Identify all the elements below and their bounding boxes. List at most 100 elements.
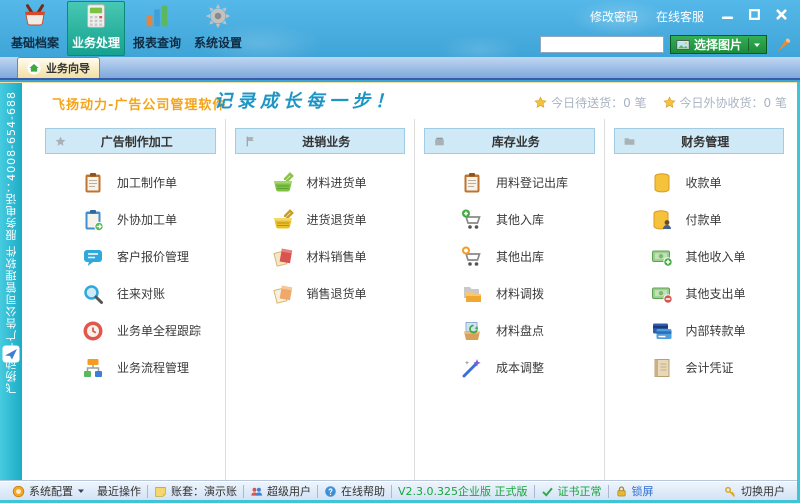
maximize-button[interactable] (748, 8, 761, 21)
menu-item-label: 其他出库 (496, 248, 544, 265)
status-item-2[interactable]: 最近操作 (91, 483, 147, 499)
menu-item[interactable]: 其他收入单 (614, 238, 785, 275)
menu-item[interactable]: 用料登记出库 (424, 164, 595, 201)
status-item-label: 锁屏 (632, 483, 654, 499)
tab-label: 业务向导 (46, 60, 90, 76)
menu-item[interactable]: 销售退货单 (235, 275, 406, 312)
column-header: 库存业务 (424, 128, 595, 154)
toolbar-item-4[interactable]: 系统设置 (189, 1, 247, 56)
menu-item[interactable]: 会计凭证 (614, 349, 785, 386)
box-icon (433, 135, 446, 148)
column-4: 财务管理收款单付款单其他收入单其他支出单内部转款单会计凭证 (605, 119, 794, 481)
menu-item-label: 业务流程管理 (117, 359, 189, 376)
minimize-button[interactable] (721, 8, 734, 21)
menu-item[interactable]: 内部转款单 (614, 312, 785, 349)
column-header: 广告制作加工 (45, 128, 216, 154)
brand-sidebar: 飞扬动力-广告公司管理软件 服务电话：4008-654-688 (0, 83, 22, 481)
choose-image-label: 选择图片 (694, 36, 742, 53)
basket-yellow-icon (271, 208, 295, 232)
menu-item[interactable]: 材料进货单 (235, 164, 406, 201)
menu-item[interactable]: 收款单 (614, 164, 785, 201)
titlebar-link-2[interactable]: 在线客服 (656, 8, 704, 25)
note-yellow-icon (154, 485, 167, 498)
column-title: 广告制作加工 (67, 133, 207, 150)
menu-item[interactable]: 其他入库 (424, 201, 595, 238)
menu-item[interactable]: 材料盘点 (424, 312, 595, 349)
close-button[interactable] (775, 8, 788, 21)
stat-1: 今日待送货：0 笔 (534, 94, 646, 111)
status-item-5[interactable]: 在线帮助 (318, 483, 391, 499)
toolbar-item-label: 系统设置 (194, 34, 242, 51)
status-item-1[interactable]: 系统配置 (6, 483, 91, 499)
clipboard-icon (81, 171, 105, 195)
menu-item[interactable]: 外协加工单 (45, 201, 216, 238)
brand-title: 飞扬动力-广告公司管理软件 (52, 94, 226, 113)
menu-item-label: 材料销售单 (307, 248, 367, 265)
menu-item-label: 进货退货单 (307, 211, 367, 228)
status-item-label: 系统配置 (29, 483, 73, 499)
menu-item-label: 客户报价管理 (117, 248, 189, 265)
toolbar-item-3[interactable]: 报表查询 (128, 1, 186, 56)
status-item-4[interactable]: 超级用户 (244, 483, 317, 499)
content: 飞扬动力-广告公司管理软件 记录成长每一步！ 今日待送货：0 笔今日外协收货：0… (22, 83, 797, 481)
cards-icon (650, 319, 674, 343)
gold-star-icon (534, 96, 547, 109)
menu-item[interactable]: 进货退货单 (235, 201, 406, 238)
menu-item[interactable]: 业务流程管理 (45, 349, 216, 386)
horn-icon[interactable] (773, 35, 792, 54)
menu-item[interactable]: 成本调整 (424, 349, 595, 386)
switch-user-button[interactable]: 切换用户 (718, 483, 791, 499)
column-items: 用料登记出库其他入库其他出库材料调拨材料盘点成本调整 (424, 164, 595, 386)
daily-stats: 今日待送货：0 笔 今日外协收货：0 笔 (534, 94, 787, 111)
column-title: 进销业务 (257, 133, 397, 150)
column-title: 财务管理 (636, 133, 776, 150)
titlebar-link-1[interactable]: 修改密码 (590, 8, 638, 25)
status-item-label: 账套：演示账 (171, 483, 237, 499)
caret-down-icon[interactable] (753, 41, 761, 49)
menu-item[interactable]: 其他出库 (424, 238, 595, 275)
column-2: 进销业务材料进货单进货退货单材料销售单销售退货单 (226, 119, 416, 481)
status-item-6[interactable]: V2.3.0.325企业版 正式版 (392, 483, 534, 499)
menu-item[interactable]: 加工制作单 (45, 164, 216, 201)
column-title: 库存业务 (446, 133, 586, 150)
clipboard-icon (460, 171, 484, 195)
basket-red-icon (20, 1, 50, 31)
menu-item[interactable]: 业务单全程跟踪 (45, 312, 216, 349)
stat-text: 今日外协收货：0 笔 (680, 94, 787, 111)
menu-item[interactable]: 材料销售单 (235, 238, 406, 275)
menu-item-label: 材料盘点 (496, 322, 544, 339)
menu-item-label: 用料登记出库 (496, 174, 568, 191)
toolbar-item-2[interactable]: 业务处理 (67, 1, 125, 56)
help-icon (324, 485, 337, 498)
chart-bars-icon (142, 1, 172, 31)
menu-item-label: 其他收入单 (686, 248, 746, 265)
flowchart-icon (81, 356, 105, 380)
folder-icon (623, 135, 636, 148)
toolbar-item-1[interactable]: 基础档案 (6, 1, 64, 56)
key-icon (724, 485, 737, 498)
menu-item-label: 会计凭证 (686, 359, 734, 376)
image-icon (676, 38, 690, 52)
menu-item[interactable]: 客户报价管理 (45, 238, 216, 275)
column-header: 财务管理 (614, 128, 785, 154)
tab-business-wizard[interactable]: 业务向导 (17, 57, 100, 78)
note-minus-icon (650, 282, 674, 306)
status-item-8[interactable]: 锁屏 (609, 483, 660, 499)
cart-out-icon (460, 245, 484, 269)
users-icon (250, 485, 263, 498)
check-icon (541, 485, 554, 498)
menu-item[interactable]: 往来对账 (45, 275, 216, 312)
image-path-input[interactable] (540, 36, 664, 53)
menu-item-label: 其他支出单 (686, 285, 746, 302)
status-item-7[interactable]: 证书正常 (535, 483, 608, 499)
menu-item[interactable]: 其他支出单 (614, 275, 785, 312)
menu-item[interactable]: 材料调拨 (424, 275, 595, 312)
menu-item[interactable]: 付款单 (614, 201, 785, 238)
menu-item-label: 业务单全程跟踪 (117, 322, 201, 339)
menu-item-label: 内部转款单 (686, 322, 746, 339)
wand-icon (460, 356, 484, 380)
window-controls (721, 8, 788, 21)
status-item-3[interactable]: 账套：演示账 (148, 483, 243, 499)
choose-image-button[interactable]: 选择图片 (670, 35, 767, 54)
menu-item-label: 外协加工单 (117, 211, 177, 228)
